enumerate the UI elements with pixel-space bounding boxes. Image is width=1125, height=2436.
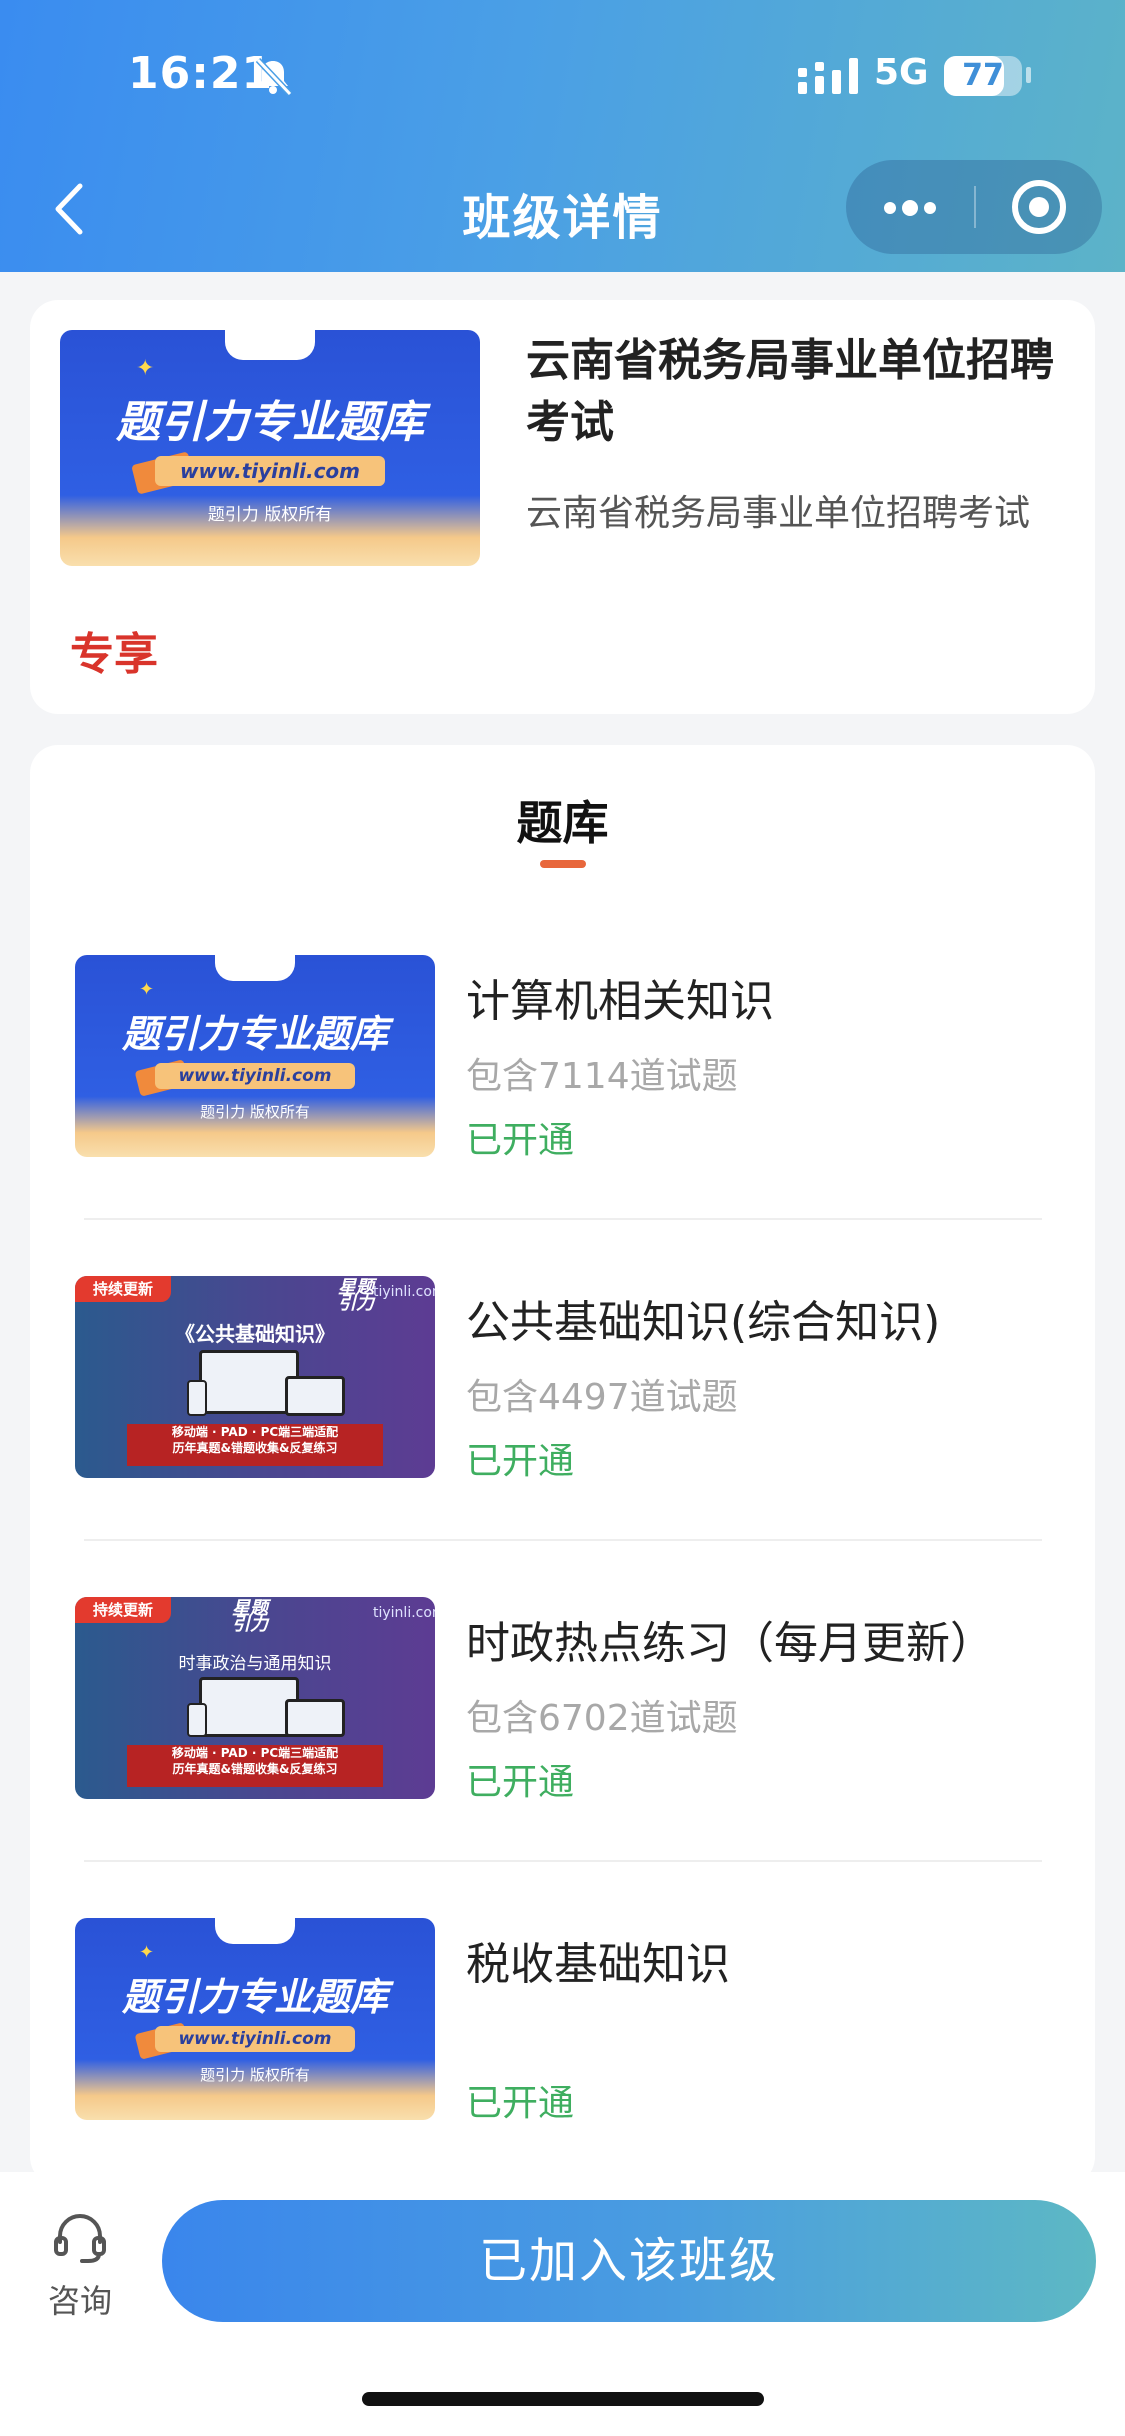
item-banner-image: 持续更新 星题引力 tiyinli.com 时事政治与通用知识 移动端 · PA… (75, 1597, 435, 1799)
more-dots-icon[interactable] (846, 160, 974, 254)
bank-item-public-basics[interactable]: 持续更新 星题引力 tiyinli.com 《公共基础知识》 移动端 · PAD… (30, 1276, 1095, 1596)
item-banner-image: 持续更新 星题引力 tiyinli.com 《公共基础知识》 移动端 · PAD… (75, 1276, 435, 1478)
banner-ribbon: 移动端 · PAD · PC端三端适配 历年真题&错题收集&反复练习 (127, 1745, 383, 1787)
item-count: 包含6702道试题 (466, 1698, 738, 1739)
item-count: 包含4497道试题 (466, 1377, 738, 1418)
phone-illustration (187, 1380, 207, 1416)
navigation-bar: 班级详情 (0, 160, 1125, 260)
item-banner-image: ✦ 题引力专业题库 www.tiyinli.com 题引力 版权所有 (75, 1918, 435, 2120)
header: 16:21 5G 77 班级详情 (0, 0, 1125, 272)
target-circle-icon[interactable] (976, 160, 1102, 254)
star-icon: ✦ (139, 1942, 155, 1963)
class-subtitle: 云南省税务局事业单位招聘考试 (526, 493, 1031, 534)
question-bank-card: 题库 ✦ 题引力专业题库 www.tiyinli.com 题引力 版权所有 计算… (30, 745, 1095, 2185)
brand-logo: 星题引力 (232, 1598, 268, 1636)
class-info-card[interactable]: ✦ 题引力专业题库 www.tiyinli.com 题引力 版权所有 云南省税务… (30, 300, 1095, 714)
bell-muted-icon (255, 57, 293, 97)
banner-copyright: 题引力 版权所有 (207, 505, 333, 525)
class-title: 云南省税务局事业单位招聘考试 (526, 335, 1054, 448)
item-status: 已开通 (466, 1762, 575, 1803)
status-bar: 16:21 5G 77 (0, 40, 1125, 120)
bank-item-current-affairs[interactable]: 持续更新 星题引力 tiyinli.com 时事政治与通用知识 移动端 · PA… (30, 1597, 1095, 1917)
phone-illustration (187, 1703, 207, 1737)
item-name: 税收基础知识 (466, 1939, 730, 1990)
banner-url: www.tiyinli.com (155, 456, 385, 486)
monitor-illustration (199, 1677, 299, 1737)
divider (84, 1218, 1042, 1220)
item-status: 已开通 (466, 1120, 575, 1161)
star-icon: ✦ (139, 979, 155, 1000)
item-status: 已开通 (466, 1441, 575, 1482)
bank-heading: 题库 (516, 796, 609, 850)
network-type: 5G (874, 52, 929, 93)
item-count: 包含7114道试题 (466, 1056, 738, 1097)
item-banner-image: ✦ 题引力专业题库 www.tiyinli.com 题引力 版权所有 (75, 955, 435, 1157)
exclusive-tag: 专享 (70, 629, 158, 680)
laptop-illustration (285, 1699, 345, 1737)
headset-icon (54, 2214, 106, 2263)
monitor-illustration (199, 1350, 299, 1414)
banner-title: 题引力专业题库 (116, 397, 424, 448)
battery-cap (1026, 67, 1031, 83)
consult-label: 咨询 (47, 2282, 112, 2320)
battery-percent: 77 (962, 58, 1004, 93)
joined-class-button[interactable]: 已加入该班级 (162, 2200, 1096, 2322)
item-name: 时政热点练习（每月更新） (466, 1618, 994, 1669)
item-name: 计算机相关知识 (466, 976, 774, 1027)
home-indicator (362, 2392, 764, 2406)
heading-underline (540, 860, 586, 868)
divider (84, 1860, 1042, 1862)
banner-ribbon: 移动端 · PAD · PC端三端适配 历年真题&错题收集&反复练习 (127, 1424, 383, 1466)
star-icon: ✦ (136, 356, 155, 381)
item-name: 公共基础知识(综合知识) (466, 1297, 941, 1348)
laptop-illustration (285, 1376, 345, 1416)
mini-program-capsule (846, 160, 1102, 254)
divider (84, 1539, 1042, 1541)
battery-icon: 77 (944, 56, 1022, 96)
signal-icon (798, 58, 858, 94)
item-status: 已开通 (466, 2083, 575, 2124)
consult-button[interactable]: 咨询 (30, 2212, 130, 2322)
class-banner-image: ✦ 题引力专业题库 www.tiyinli.com 题引力 版权所有 (60, 330, 480, 566)
bank-item-computer[interactable]: ✦ 题引力专业题库 www.tiyinli.com 题引力 版权所有 计算机相关… (30, 955, 1095, 1275)
